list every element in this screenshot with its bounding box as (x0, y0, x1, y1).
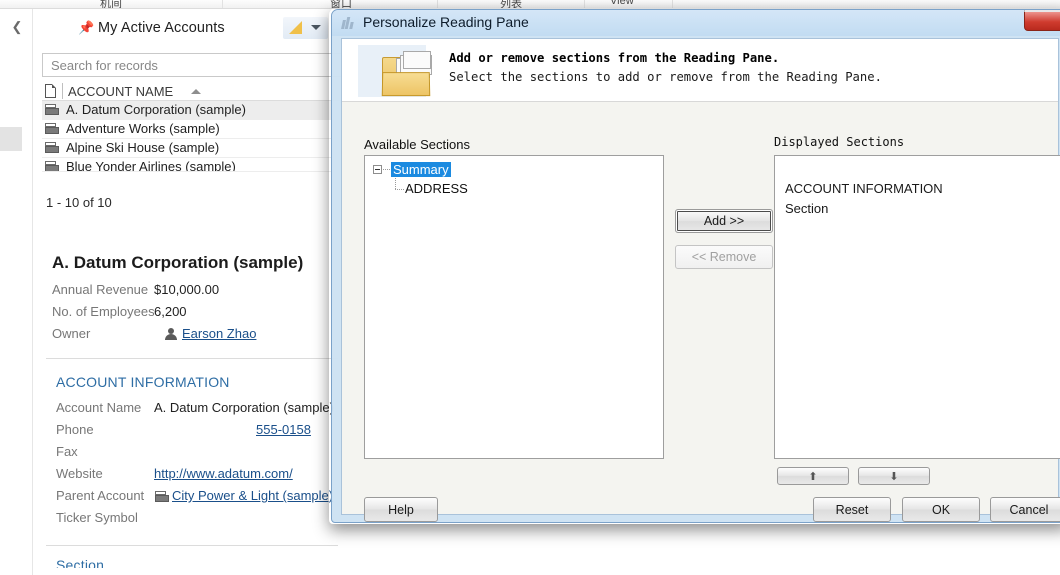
account-name: Blue Yonder Airlines (sample) (66, 159, 236, 172)
search-input[interactable]: Search for records (42, 53, 372, 77)
column-header-account-name[interactable]: ACCOUNT NAME (68, 84, 173, 99)
chart-button[interactable] (283, 17, 328, 39)
close-icon[interactable] (1024, 10, 1060, 31)
chevron-down-icon (311, 25, 321, 30)
owner-link[interactable]: Earson Zhao (182, 326, 256, 341)
arrow-down-icon: ⬇ (889, 470, 899, 483)
dialog-title-bar[interactable]: Personalize Reading Pane (332, 10, 1060, 36)
sort-ascending-icon (191, 89, 201, 94)
table-row[interactable]: Alpine Ski House (sample) (42, 139, 372, 158)
record-count: 1 - 10 of 10 (46, 195, 112, 210)
list-item[interactable]: ACCOUNT INFORMATION (785, 181, 943, 196)
arrow-up-icon: ⬆ (808, 470, 818, 483)
move-down-button[interactable]: ⬇ (858, 467, 930, 485)
record-title: A. Datum Corporation (sample) (52, 253, 304, 272)
pin-icon[interactable]: 📌 (78, 21, 94, 34)
left-rail: ❮ (0, 9, 33, 575)
dialog-body: Add or remove sections from the Reading … (341, 38, 1060, 522)
field-label: Owner (52, 326, 91, 341)
account-icon (45, 142, 59, 153)
section-header-account-information: ACCOUNT INFORMATION (56, 374, 230, 390)
list-item[interactable]: Section (785, 201, 828, 216)
add-button[interactable]: Add >> (675, 209, 773, 233)
help-button[interactable]: Help (364, 497, 438, 522)
ok-button[interactable]: OK (902, 497, 980, 522)
parent-account-link[interactable]: City Power & Light (sample) (172, 488, 333, 503)
section-header-next: Section (56, 557, 105, 568)
field-value: $10,000.00 (154, 282, 220, 297)
phone-link[interactable]: 555-0158 (256, 422, 311, 437)
table-row[interactable]: Blue Yonder Airlines (sample) (42, 158, 372, 172)
view-header: 📌 My Active Accounts (34, 9, 340, 45)
account-icon (45, 161, 59, 171)
account-name: Alpine Ski House (sample) (66, 140, 220, 155)
dialog-header-panel: Add or remove sections from the Reading … (342, 39, 1058, 102)
available-sections-tree[interactable]: Summary ADDRESS (364, 155, 664, 459)
displayed-sections-label: Displayed Sections (774, 135, 905, 149)
account-name: Adventure Works (sample) (66, 121, 220, 136)
field-label: Phone (56, 422, 94, 437)
field-value: A. Datum Corporation (sample) (154, 400, 334, 415)
person-icon (165, 328, 177, 340)
account-name: A. Datum Corporation (sample) (66, 102, 246, 117)
dialog-subheading: Select the sections to add or remove fro… (449, 70, 882, 84)
displayed-sections-list[interactable]: ACCOUNT INFORMATION Section (774, 155, 1060, 459)
folder-documents-icon (358, 45, 432, 97)
reset-button[interactable]: Reset (813, 497, 891, 522)
grid-header: ACCOUNT NAME (42, 82, 372, 101)
document-icon (45, 84, 56, 98)
available-sections-label: Available Sections (364, 137, 470, 152)
tree-node-address[interactable]: ADDRESS (405, 181, 468, 196)
remove-button[interactable]: << Remove (675, 245, 773, 269)
menu-item-3[interactable]: View (610, 0, 634, 7)
table-row[interactable]: Adventure Works (sample) (42, 120, 372, 139)
field-label: Parent Account (56, 488, 145, 503)
dialog-heading: Add or remove sections from the Reading … (449, 51, 780, 65)
chevron-left-icon[interactable]: ❮ (10, 19, 24, 35)
field-label: Annual Revenue (52, 282, 149, 297)
personalize-icon (341, 15, 357, 31)
tree-node-summary[interactable]: Summary (391, 162, 451, 177)
dialog-title: Personalize Reading Pane (363, 14, 529, 30)
field-label: Website (56, 466, 103, 481)
account-icon (45, 104, 59, 115)
website-link[interactable]: http://www.adatum.com/ (154, 466, 293, 481)
personalize-reading-pane-dialog: Personalize Reading Pane Add or remove s… (331, 9, 1060, 523)
field-label: Ticker Symbol (56, 510, 138, 525)
account-icon (45, 123, 59, 134)
cancel-button[interactable]: Cancel (990, 497, 1060, 522)
field-label: Fax (56, 444, 78, 459)
move-up-button[interactable]: ⬆ (777, 467, 849, 485)
rail-indicator (0, 127, 22, 151)
chart-icon (289, 21, 302, 34)
field-label: No. of Employees (52, 304, 155, 319)
field-label: Account Name (56, 400, 142, 415)
account-icon (155, 491, 169, 502)
screen: 机间 窗口 列表 View ❮ 📌 My Active Accounts Sea… (0, 0, 1060, 575)
field-value: 6,200 (154, 304, 187, 319)
view-title[interactable]: My Active Accounts (98, 20, 225, 36)
search-placeholder: Search for records (51, 58, 158, 73)
menu-item-0[interactable]: 机间 (100, 0, 122, 8)
collapse-minus-icon[interactable] (373, 165, 382, 174)
table-row[interactable]: A. Datum Corporation (sample) (42, 101, 372, 120)
